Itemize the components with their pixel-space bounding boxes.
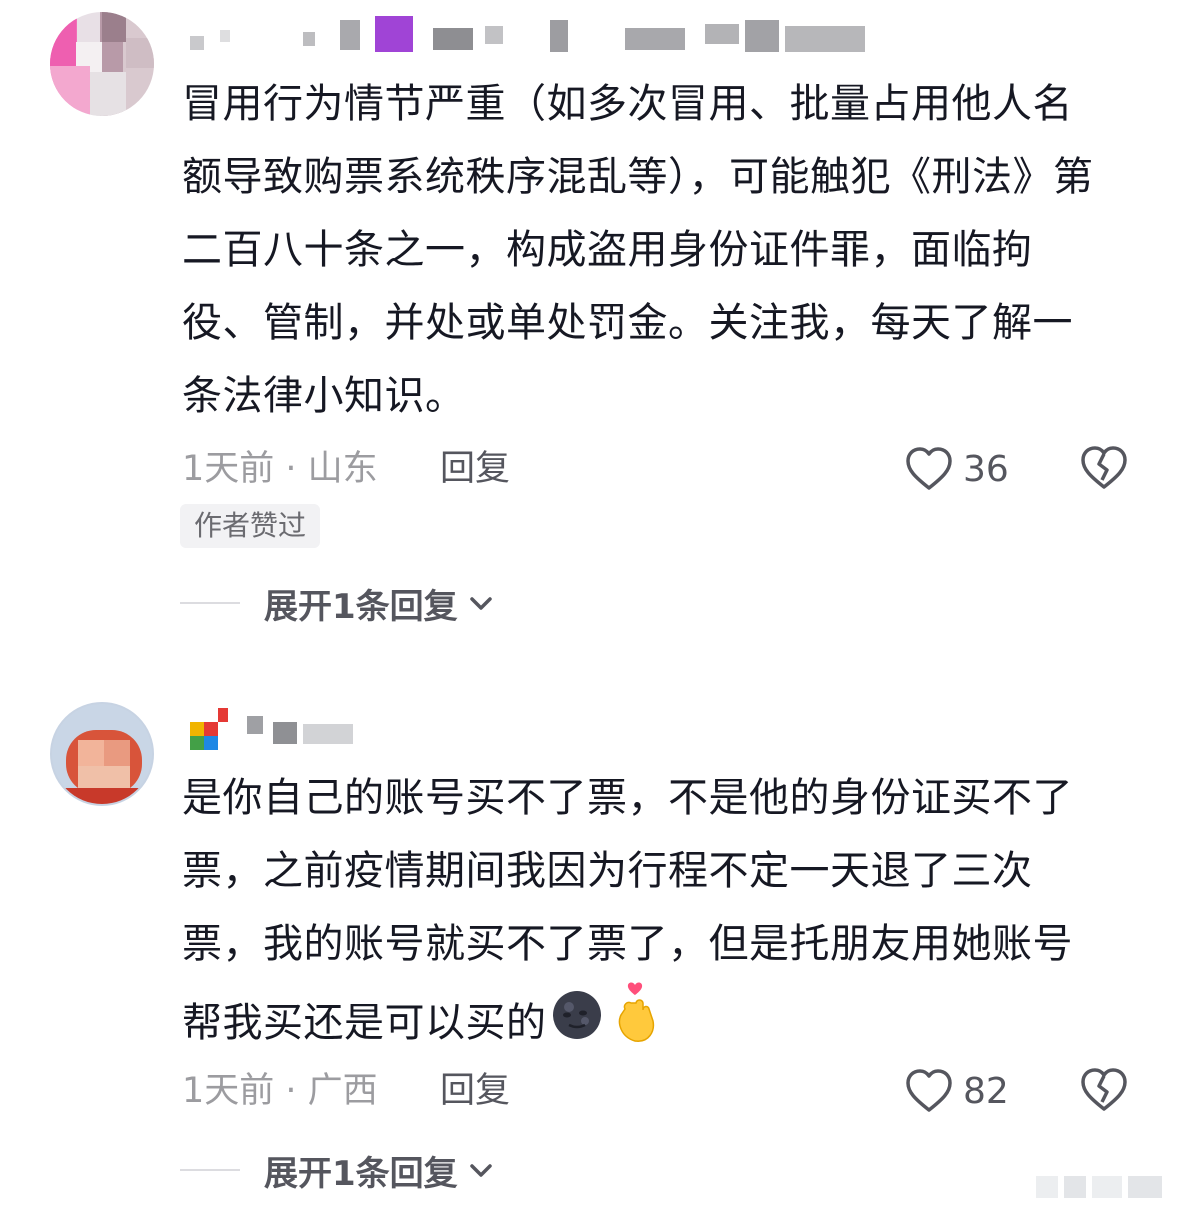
divider [180, 602, 240, 604]
reply-button[interactable]: 回复 [440, 1066, 510, 1116]
heart-icon [906, 447, 952, 490]
username-obscured[interactable] [185, 702, 385, 750]
comment-time-location: 1天前 · 山东 [182, 449, 378, 489]
like-count: 36 [963, 448, 1009, 490]
chevron-down-icon [469, 597, 492, 610]
expand-replies-label: 展开1条回复 [264, 586, 458, 627]
watermark-obscured [1030, 1168, 1170, 1204]
comment-text: 冒用行为情节严重（如多次冒用、批量占用他人名额导致购票系统秩序混乱等），可能触犯… [182, 81, 1094, 419]
reply-button[interactable]: 回复 [440, 444, 510, 494]
broken-heart-icon [1081, 1068, 1127, 1111]
like-count: 82 [963, 1070, 1009, 1112]
dislike-button[interactable] [1079, 1066, 1129, 1116]
username-obscured[interactable] [185, 10, 885, 54]
broken-heart-icon [1081, 446, 1127, 489]
like-button[interactable]: 36 [905, 444, 1009, 494]
heart-icon [906, 1069, 952, 1112]
expand-replies-button[interactable]: 展开1条回复 [180, 1145, 494, 1195]
comment-time-location: 1天前 · 广西 [182, 1071, 378, 1111]
author-liked-badge: 作者赞过 [180, 504, 321, 548]
avatar[interactable] [50, 702, 154, 806]
divider [180, 1169, 240, 1171]
chevron-down-icon [469, 1164, 492, 1177]
finger-heart-icon [609, 981, 661, 1069]
moon-face-icon [547, 985, 609, 1065]
like-button[interactable]: 82 [905, 1066, 1009, 1116]
expand-replies-button[interactable]: 展开1条回复 [180, 578, 494, 628]
comment-text: 是你自己的账号买不了票，不是他的身份证买不了票，之前疫情期间我因为行程不定一天退… [182, 762, 1112, 1069]
expand-replies-label: 展开1条回复 [264, 1153, 458, 1194]
dislike-button[interactable] [1079, 444, 1129, 494]
avatar[interactable] [50, 12, 154, 116]
